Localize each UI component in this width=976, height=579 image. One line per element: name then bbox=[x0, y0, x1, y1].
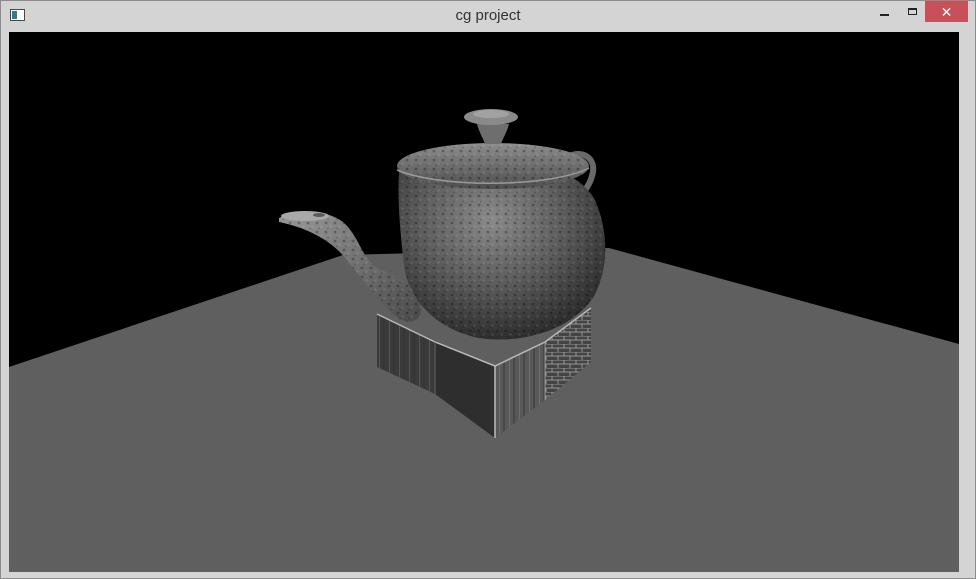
teapot-knob bbox=[477, 124, 509, 144]
minimize-icon bbox=[879, 13, 889, 16]
close-button[interactable]: ✕ bbox=[925, 1, 968, 22]
scene-canvas bbox=[9, 109, 959, 572]
window-title: cg project bbox=[455, 7, 521, 24]
title-bar[interactable]: cg project ✕ bbox=[1, 1, 975, 31]
maximize-icon bbox=[907, 8, 917, 15]
close-icon: ✕ bbox=[940, 3, 953, 20]
minimize-button[interactable] bbox=[869, 1, 899, 22]
render-viewport[interactable] bbox=[9, 32, 959, 572]
maximize-button[interactable] bbox=[897, 1, 927, 22]
app-window: cg project ✕ bbox=[0, 0, 976, 579]
